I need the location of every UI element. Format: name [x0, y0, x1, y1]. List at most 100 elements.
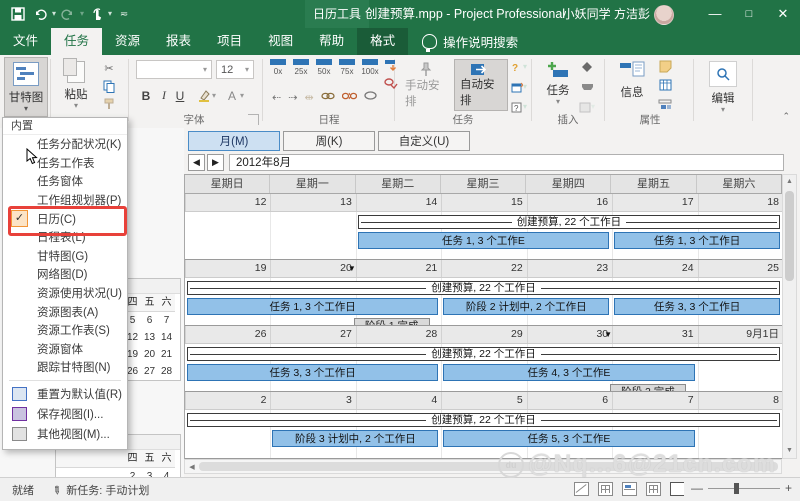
- calendar-tab-月[interactable]: 月(M): [188, 131, 280, 151]
- task-bar[interactable]: 阶段 3 计划中, 2 个工作日: [272, 430, 439, 447]
- background-color-icon[interactable]: [196, 87, 212, 104]
- tell-me-search[interactable]: 操作说明搜索: [408, 28, 518, 55]
- scroll-up-icon[interactable]: ▲: [783, 175, 796, 189]
- task-inspector-icon[interactable]: [364, 91, 377, 104]
- horizontal-scroll-thumb[interactable]: [199, 462, 778, 471]
- horizontal-scrollbar[interactable]: ◀: [184, 459, 782, 474]
- date-cell[interactable]: 3: [270, 392, 355, 409]
- task-bar[interactable]: 阶段 2 计划中, 2 个工作日: [443, 298, 610, 315]
- view-menu-item[interactable]: 资源图表(A): [3, 302, 127, 321]
- mini-date-cell[interactable]: 28: [158, 363, 175, 380]
- view-menu-item[interactable]: 资源工作表(S): [3, 321, 127, 340]
- add-to-timeline-icon[interactable]: [656, 96, 674, 112]
- mini-date-cell[interactable]: 21: [158, 346, 175, 363]
- task-usage-view-icon[interactable]: [598, 482, 613, 496]
- tab-task[interactable]: 任务: [51, 28, 103, 55]
- view-menu-item[interactable]: 重置为默认值(R): [3, 384, 127, 404]
- date-cell[interactable]: 13: [270, 194, 355, 211]
- mark-on-track-icon[interactable]: ? ▾: [510, 59, 528, 75]
- view-menu-item[interactable]: 网络图(D): [3, 265, 127, 284]
- insert-task-button[interactable]: 任务 ▾: [540, 57, 576, 117]
- percent-50x-button[interactable]: 50x: [314, 59, 334, 81]
- save-icon[interactable]: [8, 4, 28, 24]
- mini-date-cell[interactable]: 3: [141, 468, 158, 477]
- date-cell[interactable]: 29: [441, 326, 526, 343]
- new-task-mode[interactable]: ✎ 新任务: 手动计划: [49, 482, 149, 498]
- font-dialog-launcher-icon[interactable]: [248, 114, 259, 125]
- date-cell[interactable]: 4: [355, 392, 441, 409]
- summary-task-bar[interactable]: 创建预算, 22 个工作日: [187, 413, 780, 427]
- task-bar[interactable]: 任务 5, 3 个工作E: [443, 430, 695, 447]
- mini-date-cell[interactable]: [73, 468, 90, 477]
- percent-100x-button[interactable]: 100x: [360, 59, 380, 81]
- collapse-ribbon-icon[interactable]: ⌃: [782, 111, 790, 122]
- mini-date-cell[interactable]: 27: [141, 363, 158, 380]
- previous-month-button[interactable]: ◀: [188, 154, 205, 171]
- date-cell[interactable]: 26: [185, 326, 270, 343]
- date-cell[interactable]: 22: [441, 260, 526, 277]
- gantt-view-icon[interactable]: [574, 482, 589, 496]
- report-view-icon[interactable]: [670, 482, 684, 496]
- date-cell[interactable]: 16: [526, 194, 612, 211]
- mini-date-cell[interactable]: [90, 468, 107, 477]
- tab-file[interactable]: 文件: [0, 28, 51, 55]
- copy-icon[interactable]: [100, 78, 118, 94]
- date-cell[interactable]: 7: [612, 392, 697, 409]
- manually-schedule-button[interactable]: 手动安排: [400, 59, 452, 111]
- date-cell[interactable]: 2: [185, 392, 270, 409]
- view-menu-item[interactable]: 工作组规划器(P): [3, 191, 127, 210]
- zoom-in-button[interactable]: +: [785, 481, 792, 495]
- vertical-scrollbar[interactable]: ▲ ▼: [782, 174, 797, 459]
- view-menu-item[interactable]: 任务分配状况(K): [3, 135, 127, 154]
- move-task-forward-icon[interactable]: ⇢: [288, 91, 297, 104]
- date-cell[interactable]: 20: [270, 260, 355, 277]
- unlink-tasks-icon[interactable]: [341, 91, 357, 104]
- tab-report[interactable]: 报表: [153, 28, 204, 55]
- close-button[interactable]: ✕: [766, 0, 800, 28]
- view-menu-item[interactable]: 保存视图(I)...: [3, 404, 127, 424]
- completed-milestone-bar[interactable]: 阶段 1 完成: [353, 318, 430, 325]
- touch-mode-icon[interactable]: [86, 4, 106, 24]
- inactivate-icon[interactable]: [382, 75, 400, 91]
- date-cell[interactable]: 18: [697, 194, 783, 211]
- view-menu-item[interactable]: 甘特图(G): [3, 247, 127, 266]
- view-menu-item[interactable]: 跟踪甘特图(N): [3, 358, 127, 377]
- dropdown-caret-icon[interactable]: ▾: [108, 10, 112, 18]
- mini-date-cell[interactable]: 4: [158, 468, 175, 477]
- task-bar[interactable]: 任务 1, 3 个工作日: [187, 298, 439, 315]
- summary-task-bar[interactable]: 创建预算, 22 个工作日: [357, 215, 780, 229]
- view-menu-item[interactable]: 资源使用状况(U): [3, 284, 127, 303]
- calendar-tab-周[interactable]: 周(K): [283, 131, 375, 151]
- minimize-button[interactable]: —: [698, 0, 732, 28]
- undo-icon[interactable]: [30, 4, 50, 24]
- avatar[interactable]: [654, 5, 674, 25]
- date-cell[interactable]: 27: [270, 326, 355, 343]
- user-name[interactable]: 小妖同学 方洁彭: [563, 0, 650, 28]
- tab-resource[interactable]: 资源: [102, 28, 153, 55]
- date-cell[interactable]: 8: [697, 392, 783, 409]
- scroll-left-icon[interactable]: ◀: [185, 463, 199, 471]
- date-cell[interactable]: 14: [355, 194, 441, 211]
- date-cell[interactable]: 31: [612, 326, 697, 343]
- insert-milestone-icon[interactable]: [578, 59, 596, 75]
- next-month-button[interactable]: ▶: [207, 154, 224, 171]
- mini-date-cell[interactable]: 13: [141, 329, 158, 346]
- summary-task-bar[interactable]: 创建预算, 22 个工作日: [187, 347, 780, 361]
- view-gantt-chart-button[interactable]: 甘特图 ▾: [4, 57, 48, 117]
- completed-milestone-bar[interactable]: 阶段 2 完成: [609, 384, 687, 391]
- zoom-slider[interactable]: [707, 482, 780, 494]
- tab-project[interactable]: 项目: [204, 28, 255, 55]
- task-bar[interactable]: 任务 1, 3 个工作E: [357, 232, 610, 249]
- date-cell[interactable]: 5: [441, 392, 526, 409]
- italic-button[interactable]: I: [156, 87, 172, 104]
- view-menu-item[interactable]: ✓ 日历(C): [3, 206, 127, 237]
- date-cell[interactable]: 28: [355, 326, 441, 343]
- mini-date-cell[interactable]: [56, 468, 73, 477]
- calendar-tab-自[interactable]: 自定义(U): [378, 131, 470, 151]
- notes-icon[interactable]: [656, 58, 674, 74]
- mini-date-cell[interactable]: [107, 468, 124, 477]
- cut-icon[interactable]: ✂: [100, 60, 118, 76]
- paste-button[interactable]: 粘贴 ▾: [56, 57, 96, 117]
- dropdown-caret-icon[interactable]: ▾: [240, 92, 244, 100]
- view-menu-item[interactable]: 资源窗体: [3, 340, 127, 359]
